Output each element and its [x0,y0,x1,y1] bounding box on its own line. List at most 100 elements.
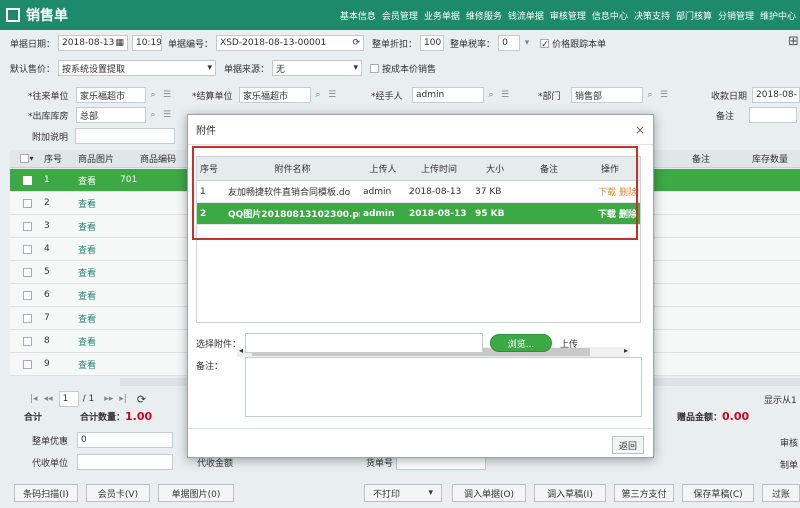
dept-field[interactable]: 销售部 [571,87,643,103]
view-link[interactable]: 查看 [78,174,120,187]
download-link[interactable]: 下载 [598,210,616,220]
warehouse-field[interactable]: 总部 [76,107,146,123]
nav-item-cashflow[interactable]: 钱流单据 [508,9,544,22]
view-link[interactable]: 查看 [78,289,120,302]
settle-label: *结算单位 [192,91,233,102]
barcode-scan-button[interactable]: 条码扫描(I) [14,484,78,502]
print-select[interactable]: 不打印 ▾ [364,484,442,502]
whole-discount-label: 整单优惠 [32,436,69,447]
list-icon[interactable]: ☰ [657,87,671,103]
track-price-checkbox[interactable]: ✓ [540,38,550,50]
nav-item-maintenance[interactable]: 维护中心 [760,9,796,22]
first-page-icon[interactable]: |◂ [30,394,38,404]
search-icon[interactable]: ⌕ [484,87,498,103]
browse-button[interactable]: 浏览... [490,334,552,352]
nav-item-info[interactable]: 信息中心 [592,9,628,22]
chevron-down-icon: ▾ [428,488,433,498]
calendar-icon[interactable]: ▦ [116,38,125,48]
partner-field[interactable]: 家乐福超市 [76,87,146,103]
view-link[interactable]: 查看 [78,312,120,325]
search-icon[interactable]: ⌕ [311,87,325,103]
nav-item-business[interactable]: 业务单据 [424,9,460,22]
agent-field[interactable] [77,454,173,470]
warehouse-label: *出库库房 [28,111,69,122]
import-draft-button[interactable]: 调入草稿(I) [534,484,606,502]
handler-field[interactable]: admin [412,87,484,103]
track-price-label: 价格跟踪本单 [552,39,607,50]
search-icon[interactable]: ⌕ [643,87,657,103]
list-icon[interactable]: ☰ [498,87,512,103]
view-link[interactable]: 查看 [78,358,120,371]
number-field[interactable]: XSD-2018-08-13-00001 ⟳ [216,35,365,51]
post-button[interactable]: 过账 [762,484,800,502]
nav-item-member[interactable]: 会员管理 [382,9,418,22]
dialog-title-bar: 附件 × [188,115,653,145]
col-note: 备注 [539,165,558,175]
agent-label: 代收单位 [32,458,69,469]
whole-discount-field[interactable]: 0 [77,432,173,448]
view-link[interactable]: 查看 [78,243,120,256]
nav-item-basic[interactable]: 基本信息 [340,9,376,22]
cost-sale-checkbox[interactable] [370,63,380,73]
reload-icon[interactable]: ⟳ [137,393,146,406]
uploader: admin [363,186,392,197]
menu-toggle-icon[interactable] [6,8,20,22]
source-select[interactable]: 无 ▾ [272,60,363,76]
save-draft-button[interactable]: 保存草稿(C) [682,484,754,502]
select-all-checkbox[interactable]: ▾ [10,154,44,163]
file-path-field[interactable] [245,333,483,353]
nav-item-decision[interactable]: 决策支持 [634,9,670,22]
nav-item-audit[interactable]: 审核管理 [550,9,586,22]
search-icon[interactable]: ⌕ [146,87,160,103]
settle-field[interactable]: 家乐福超市 [239,87,311,103]
col-remark: 备注 [692,155,711,165]
refresh-icon[interactable]: ⟳ [352,38,360,48]
member-card-button[interactable]: 会员卡(V) [86,484,150,502]
last-page-icon[interactable]: ▸| [119,394,127,404]
sum-label: 合计 [24,413,43,423]
page-input[interactable]: 1 [58,391,79,407]
back-button[interactable]: 返回 [612,436,644,454]
receive-date-field[interactable]: 2018-08- [752,87,800,103]
attachment-row[interactable]: 2 QQ图片20180813102300.pnc admin 2018-08-1… [197,203,640,225]
scroll-right-icon[interactable]: ▸ [624,346,628,355]
attachment-name: QQ图片20180813102300.pnc [228,210,360,220]
view-link[interactable]: 查看 [78,197,120,210]
close-icon[interactable]: × [635,123,645,137]
upload-time: 2018-08-13 [409,208,467,219]
attach-note-field[interactable] [75,128,175,144]
delete-link[interactable]: 删除 [619,210,637,220]
prev-page-icon[interactable]: ◂◂ [44,394,53,404]
third-party-pay-button[interactable]: 第三方支付 [614,484,674,502]
date-field[interactable]: 2018-08-13 ▦ [58,35,129,51]
import-doc-button[interactable]: 调入单据(O) [452,484,526,502]
tax-dropdown-icon[interactable]: ▾ [520,35,534,51]
delete-link[interactable]: 删除 [619,188,637,198]
list-icon[interactable]: ☰ [160,87,174,103]
doc-image-button[interactable]: 单据图片(0) [158,484,234,502]
nav-item-dept[interactable]: 部门核算 [676,9,712,22]
view-link[interactable]: 查看 [78,220,120,233]
note-label: 备注： [196,362,224,372]
more-icon[interactable]: ⊞ [788,34,799,49]
view-link[interactable]: 查看 [78,335,120,348]
nav-item-distribution[interactable]: 分销管理 [718,9,754,22]
time-field[interactable]: 10:19 [132,35,163,51]
search-icon[interactable]: ⌕ [146,107,160,123]
upload-button[interactable]: 上传 [560,337,578,350]
col-uploader: 上传人 [369,165,397,175]
nav-item-repair[interactable]: 维修服务 [466,9,502,22]
note-textarea[interactable] [245,357,642,417]
list-icon[interactable]: ☰ [160,107,174,123]
attachment-row[interactable]: 1 友加畅捷软件直销合同模板.do admin 2018-08-13 37 KB… [197,181,640,203]
list-icon[interactable]: ☰ [325,87,339,103]
remark-field[interactable] [749,107,797,123]
download-link[interactable]: 下载 [598,188,616,198]
discount-field[interactable]: 100 [420,35,445,51]
price-select[interactable]: 按系统设置提取 ▾ [58,60,217,76]
col-no: 序号 [44,155,63,165]
chevron-down-icon: ▾ [207,63,213,73]
tax-field[interactable]: 0 [498,35,521,51]
next-page-icon[interactable]: ▸▸ [104,394,113,404]
view-link[interactable]: 查看 [78,266,120,279]
